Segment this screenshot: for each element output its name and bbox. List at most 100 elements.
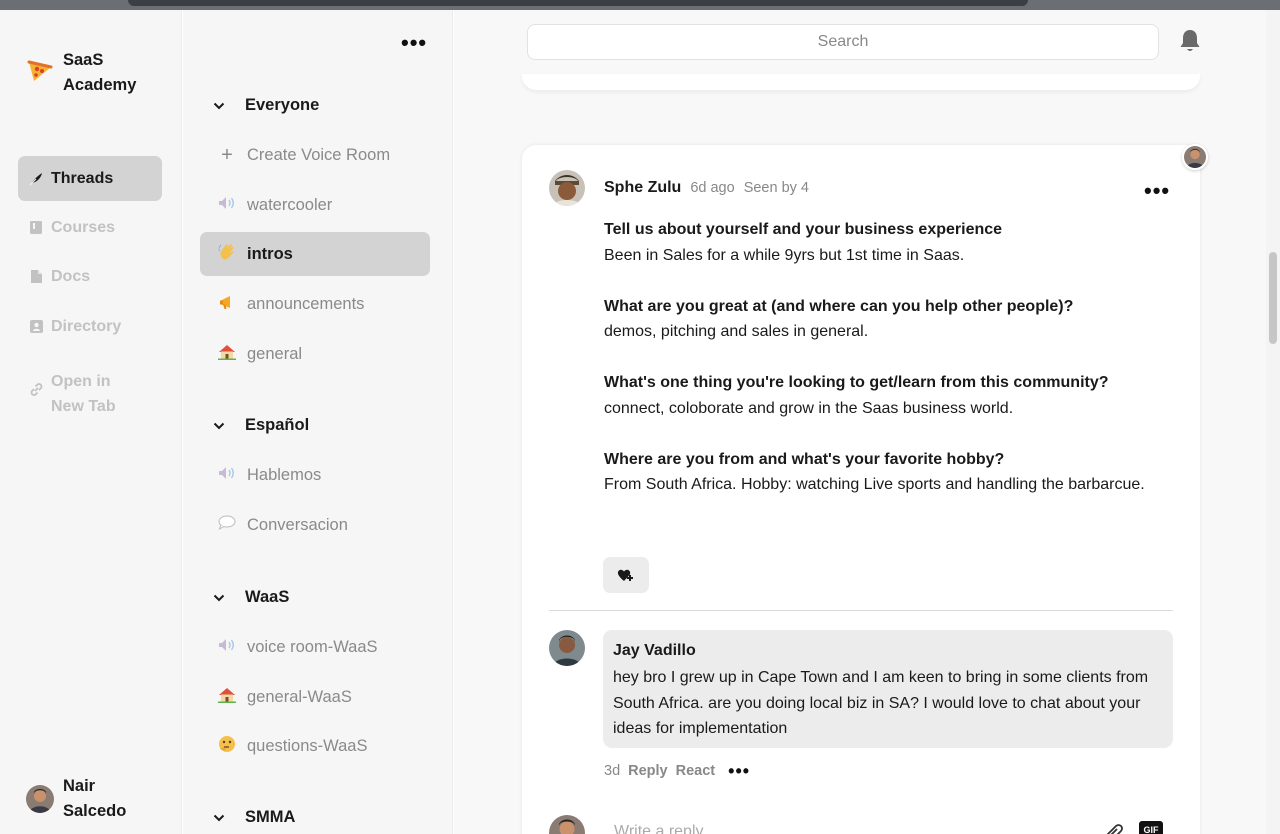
channel-general[interactable]: general <box>200 332 430 376</box>
react-button[interactable]: React <box>676 763 716 779</box>
user-name: Nair Salcedo <box>63 777 127 820</box>
search-placeholder: Search <box>817 33 869 50</box>
seen-count[interactable]: Seen by 4 <box>744 180 809 196</box>
bell-icon[interactable] <box>1178 28 1202 54</box>
feather-icon <box>28 171 44 187</box>
nav-item-open-new-tab[interactable]: Open in New Tab <box>18 361 162 421</box>
heart-plus-icon <box>617 569 633 581</box>
channel-label: Create Voice Room <box>247 145 391 164</box>
post-options-icon[interactable]: ••• <box>1144 180 1170 202</box>
group-header-everyone[interactable]: Everyone <box>213 96 319 115</box>
more-options-icon[interactable]: ••• <box>401 32 427 54</box>
previous-post-card <box>522 74 1200 90</box>
nav-item-directory[interactable]: Directory <box>18 304 162 349</box>
scrollbar-thumb[interactable] <box>1269 252 1277 344</box>
post-time: 6d ago <box>690 180 735 196</box>
current-user[interactable]: Nair Salcedo <box>26 774 143 824</box>
channel-label: general <box>247 344 303 363</box>
nav-item-threads[interactable]: Threads <box>18 156 162 201</box>
wave-icon <box>217 243 237 266</box>
channel-label: Conversacion <box>247 515 348 534</box>
channel-conversacion[interactable]: Conversacion <box>200 503 430 547</box>
group-header-espanol[interactable]: Español <box>213 416 309 435</box>
chevron-down-icon <box>213 814 229 822</box>
reply-text: hey bro I grew up in Cape Town and I am … <box>613 669 1149 737</box>
reply-bubble: Jay Vadillo hey bro I grew up in Cape To… <box>603 630 1173 748</box>
brand-name: SaaS Academy <box>63 51 137 94</box>
post-card: Sphe Zulu 6d ago Seen by 4 ••• Tell us a… <box>522 145 1200 834</box>
nav-item-docs[interactable]: Docs <box>18 254 162 299</box>
speaker-icon <box>217 466 237 485</box>
reply-button[interactable]: Reply <box>628 763 668 779</box>
channel-announcements[interactable]: announcements <box>200 282 430 326</box>
nav-item-label: Docs <box>51 267 91 285</box>
viewer-avatar[interactable] <box>1182 144 1208 170</box>
speech-bubble-icon <box>217 515 237 535</box>
group-name: Everyone <box>245 96 320 114</box>
gif-label: GIF <box>1143 825 1159 834</box>
reply-actions: 3d Reply React ••• <box>604 762 750 780</box>
house-icon <box>217 344 237 365</box>
channel-label: Hablemos <box>247 465 322 484</box>
add-reaction-button[interactable] <box>603 557 649 593</box>
group-header-smma[interactable]: SMMA <box>213 808 295 827</box>
channel-label: intros <box>247 244 293 263</box>
channel-intros[interactable]: intros <box>200 232 430 276</box>
channel-general-waas[interactable]: general-WaaS <box>200 675 430 719</box>
scrollbar[interactable] <box>1266 10 1280 834</box>
user-avatar <box>26 785 54 813</box>
document-icon <box>28 269 44 285</box>
nav-item-label: Courses <box>51 218 116 236</box>
channel-voice-room-waas[interactable]: voice room-WaaS <box>200 625 430 669</box>
reply-author-avatar[interactable] <box>549 630 585 666</box>
chevron-down-icon <box>213 102 229 110</box>
chevron-down-icon <box>213 594 229 602</box>
link-icon <box>28 381 44 397</box>
channel-hablemos[interactable]: Hablemos <box>200 453 430 497</box>
create-voice-room-button[interactable]: + Create Voice Room <box>200 133 430 177</box>
channel-label: voice room-WaaS <box>247 637 378 656</box>
composer-avatar <box>549 815 585 834</box>
question: What's one thing you're looking to get/l… <box>604 374 1109 391</box>
divider <box>549 610 1173 611</box>
thread-view: Search Sphe Zulu 6d ago Seen by 4 ••• Te… <box>454 10 1266 834</box>
group-name: Español <box>245 416 310 434</box>
answer: demos, pitching and sales in general. <box>604 323 869 340</box>
reply-options-icon[interactable]: ••• <box>728 762 750 780</box>
channel-label: watercooler <box>247 195 333 214</box>
author-avatar[interactable] <box>549 170 585 206</box>
gif-button[interactable]: GIF <box>1139 821 1163 834</box>
reply-time: 3d <box>604 763 621 779</box>
speaker-icon <box>217 196 237 215</box>
browser-tab-strip <box>128 0 1028 6</box>
post-header: Sphe Zulu 6d ago Seen by 4 <box>549 170 809 206</box>
channel-watercooler[interactable]: watercooler <box>200 183 430 227</box>
app-sidebar: SaaS Academy Threads Courses Docs Direct… <box>0 10 182 834</box>
nav-item-label: Open in New Tab <box>51 373 116 415</box>
paperclip-icon[interactable] <box>1103 821 1127 834</box>
reply-input[interactable]: Write a reply... <box>614 823 716 834</box>
group-header-waas[interactable]: WaaS <box>213 588 289 607</box>
channel-list: ••• Everyone + Create Voice Room waterco… <box>183 10 453 834</box>
answer: Been in Sales for a while 9yrs but 1st t… <box>604 246 965 264</box>
channel-label: announcements <box>247 294 365 313</box>
brand[interactable]: SaaS Academy <box>26 48 153 98</box>
channel-questions-waas[interactable]: questions-WaaS <box>200 724 430 768</box>
megaphone-icon <box>217 294 237 315</box>
reply-author[interactable]: Jay Vadillo <box>613 640 1163 662</box>
pizza-logo-icon <box>27 60 53 81</box>
thinking-face-icon <box>217 735 237 758</box>
house-icon <box>217 687 237 708</box>
search-input[interactable]: Search <box>527 24 1159 60</box>
nav-item-label: Threads <box>51 169 114 187</box>
book-icon <box>28 220 44 236</box>
post-author[interactable]: Sphe Zulu <box>604 179 681 197</box>
question: Where are you from and what's your favor… <box>604 450 1005 468</box>
contacts-icon <box>28 319 44 335</box>
speaker-icon <box>217 638 237 657</box>
channel-label: general-WaaS <box>247 687 352 706</box>
nav-item-courses[interactable]: Courses <box>18 205 162 250</box>
plus-icon: + <box>221 143 233 166</box>
browser-top-strip <box>0 0 1280 10</box>
answer: connect, coloborate and grow in the Saas… <box>604 399 1014 417</box>
